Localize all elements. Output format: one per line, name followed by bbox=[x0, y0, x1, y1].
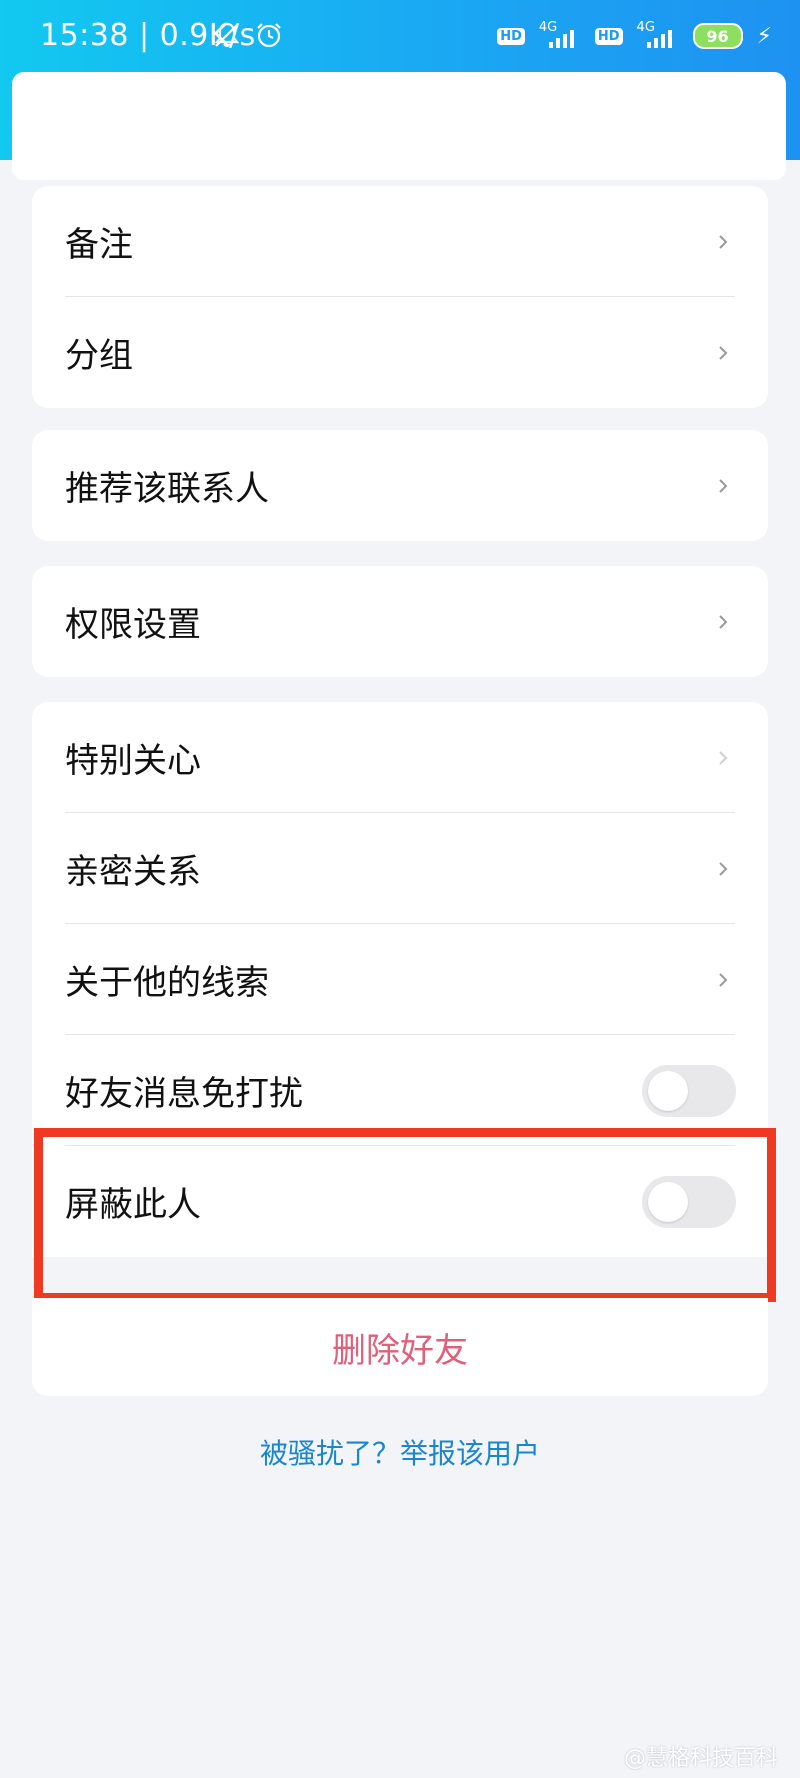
charging-icon: ⚡ bbox=[756, 23, 772, 49]
delete-friend-button[interactable]: 删除好友 bbox=[332, 1323, 468, 1372]
chevron-right-icon bbox=[719, 614, 728, 629]
chevron-right-icon bbox=[719, 478, 728, 493]
row-special-care[interactable]: 特别关心 bbox=[32, 702, 768, 813]
chevron-right-icon bbox=[719, 861, 728, 876]
row-label: 备注 bbox=[65, 225, 133, 265]
watermark: @慧格科技百科 bbox=[623, 1746, 778, 1771]
settings-group-recommend: 推荐该联系人 bbox=[32, 430, 768, 541]
delete-friend-card: 删除好友 bbox=[32, 1298, 768, 1396]
hd-badge-sim1: HD bbox=[497, 27, 525, 45]
clock: 15:38 bbox=[40, 18, 129, 53]
settings-group-notes: 备注 分组 bbox=[32, 186, 768, 408]
do-not-disturb-toggle[interactable] bbox=[642, 1064, 736, 1117]
separator: | bbox=[139, 18, 160, 53]
signal-icon-sim1: 4G bbox=[539, 20, 581, 52]
signal-icon-sim2: 4G bbox=[637, 20, 679, 52]
bell-muted-icon bbox=[212, 20, 242, 54]
alarm-icon bbox=[254, 20, 284, 54]
battery-level: 96 bbox=[706, 26, 729, 46]
toggle-knob bbox=[648, 1070, 688, 1111]
row-label: 好友消息免打扰 bbox=[65, 1074, 303, 1114]
chevron-right-icon bbox=[719, 234, 728, 249]
row-permission-settings[interactable]: 权限设置 bbox=[32, 566, 768, 677]
row-label: 分组 bbox=[65, 336, 133, 376]
row-label: 推荐该联系人 bbox=[65, 469, 269, 509]
row-recommend-contact[interactable]: 推荐该联系人 bbox=[32, 430, 768, 541]
row-remark[interactable]: 备注 bbox=[32, 186, 768, 297]
row-group[interactable]: 分组 bbox=[32, 297, 768, 408]
row-intimate-relationship[interactable]: 亲密关系 bbox=[32, 813, 768, 924]
profile-header-card bbox=[12, 72, 786, 180]
settings-group-permissions: 权限设置 bbox=[32, 566, 768, 677]
row-label: 亲密关系 bbox=[65, 852, 201, 892]
row-clues-about-him[interactable]: 关于他的线索 bbox=[32, 924, 768, 1035]
chevron-right-icon bbox=[719, 972, 728, 987]
hd-badge-sim2: HD bbox=[594, 27, 623, 45]
row-label: 权限设置 bbox=[65, 605, 201, 645]
report-user-link[interactable]: 被骚扰了？举报该用户 bbox=[0, 1432, 800, 1472]
status-left-icons bbox=[212, 20, 284, 54]
chevron-right-icon bbox=[719, 345, 728, 360]
battery-icon: 96 bbox=[692, 23, 743, 49]
highlight-box bbox=[34, 1128, 776, 1302]
status-right-icons: HD 4G HD 4G 96 ⚡ bbox=[497, 20, 772, 52]
row-label: 关于他的线索 bbox=[65, 963, 269, 1003]
row-label: 特别关心 bbox=[65, 741, 201, 781]
chevron-right-icon bbox=[719, 750, 728, 765]
